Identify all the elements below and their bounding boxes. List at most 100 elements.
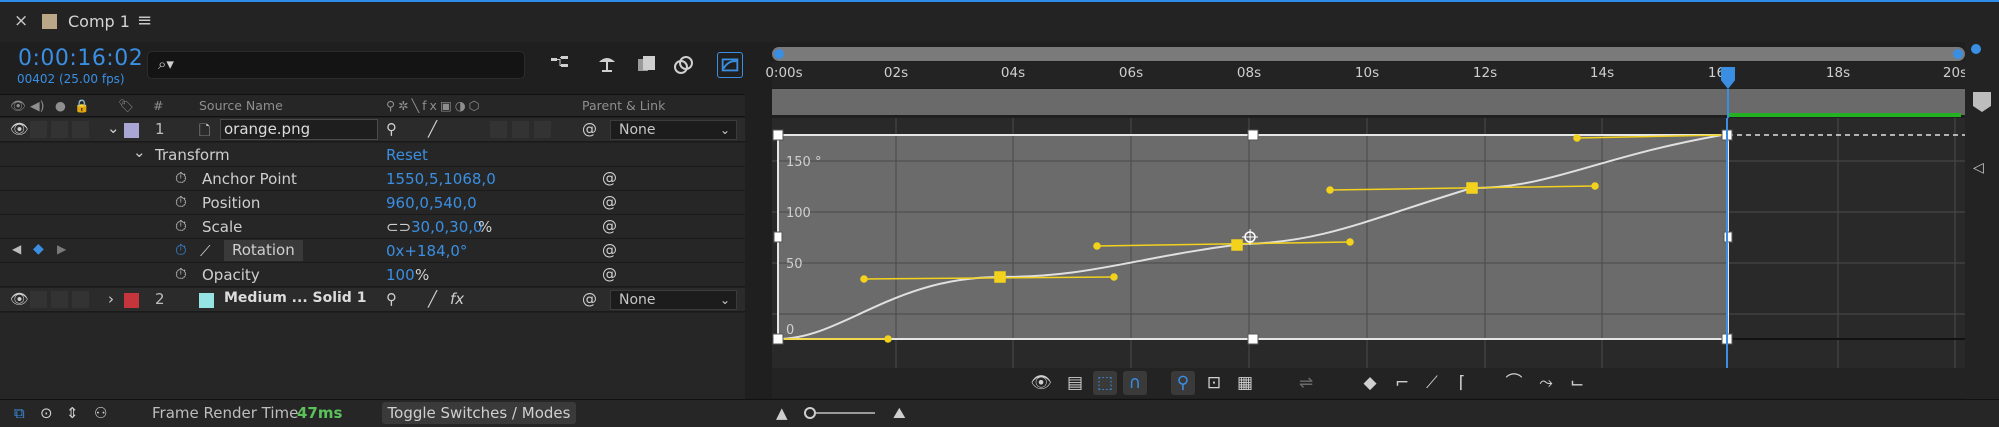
layer-row-2[interactable]: 👁 › 2 Medium ... Solid 1 ⚲ ╱ fx @ None ⌄	[0, 288, 745, 312]
layer-name[interactable]: Medium ... Solid 1	[224, 290, 366, 306]
solo-cell[interactable]	[51, 121, 68, 138]
property-value[interactable]: 960,0,540,0	[386, 194, 477, 212]
layer-panel-toggle-icon[interactable]: ⧉	[14, 404, 25, 422]
stopwatch-icon[interactable]: ⏱	[175, 217, 187, 235]
property-value[interactable]: 0x+184,0°	[386, 242, 467, 260]
time-navigator-bar[interactable]	[772, 47, 1965, 61]
composition-mini-flowchart-icon[interactable]	[547, 52, 573, 78]
work-area-bar[interactable]	[772, 89, 1965, 117]
navigator-start-handle[interactable]	[774, 49, 784, 59]
layer-search-input[interactable]: ⌕▾	[147, 51, 525, 79]
label-column-icon[interactable]: 🏷	[118, 98, 134, 114]
parent-pickwhip-icon[interactable]: @	[582, 290, 597, 308]
fit-selection-icon[interactable]: ⚲	[1171, 371, 1195, 395]
in-out-panel-toggle-icon[interactable]: ⇕	[66, 404, 79, 422]
render-time-toggle-icon[interactable]: ⚇	[94, 404, 107, 422]
edit-keyframe-icon[interactable]: ◆	[1358, 371, 1382, 395]
twirl-open-chevron-icon[interactable]: ⌄	[107, 119, 120, 137]
label-color-swatch[interactable]	[124, 293, 139, 308]
property-value[interactable]: 100	[386, 266, 415, 284]
zoom-in-icon[interactable]: ⛰	[893, 404, 906, 422]
visibility-eye-icon[interactable]: 👁	[10, 120, 29, 138]
quality-switch-icon[interactable]: ╱	[428, 290, 437, 308]
draft-3d-icon[interactable]	[594, 52, 620, 78]
property-name-selected[interactable]: Rotation	[224, 240, 303, 261]
separate-dimensions-icon[interactable]: ⇌	[1294, 371, 1318, 395]
zoom-end-handle[interactable]	[1971, 44, 1981, 54]
previous-keyframe-icon[interactable]: ◀	[12, 242, 21, 256]
toggle-switches-modes-button[interactable]: Toggle Switches / Modes	[382, 402, 576, 424]
modes-panel-toggle-icon[interactable]: ⊙	[40, 404, 53, 422]
expression-pickwhip-icon[interactable]: @	[602, 217, 617, 235]
audio-cell[interactable]	[30, 291, 47, 308]
composition-tab-title[interactable]: Comp 1	[68, 12, 130, 31]
lock-cell[interactable]	[72, 291, 89, 308]
frame-blending-icon[interactable]	[634, 52, 660, 78]
solo-cell[interactable]	[51, 291, 68, 308]
stopwatch-active-icon[interactable]: ⏱	[175, 241, 187, 259]
graph-editor-canvas[interactable]: 150 ° 100 50 0	[772, 118, 1965, 370]
shy-switch-icon[interactable]: ⚲	[386, 120, 397, 138]
property-value[interactable]: 1550,5,1068,0	[386, 170, 496, 188]
motion-blur-cell[interactable]	[534, 121, 551, 138]
composition-marker-icon[interactable]	[1973, 92, 1991, 112]
constrain-proportions-link-icon[interactable]: ⊂⊃	[386, 218, 411, 236]
easy-ease-in-icon[interactable]: ⤳	[1534, 371, 1558, 395]
effects-switch-icon[interactable]: fx	[450, 290, 464, 308]
hold-keyframe-icon[interactable]: ⌐	[1390, 371, 1414, 395]
source-name-column[interactable]: Source Name	[199, 98, 283, 113]
shy-switch-icon[interactable]: ⚲	[386, 290, 397, 308]
lock-cell[interactable]	[72, 121, 89, 138]
audio-cell[interactable]	[30, 121, 47, 138]
transform-box-icon[interactable]: ⬚	[1093, 371, 1117, 395]
effect-cell[interactable]	[490, 121, 507, 138]
auto-bezier-icon[interactable]: ⌈	[1450, 371, 1474, 395]
zoom-out-icon[interactable]: ▲	[776, 404, 788, 422]
graph-visibility-icon[interactable]: ⟋	[200, 242, 211, 260]
layer-name-field[interactable]: orange.png	[220, 119, 378, 140]
next-keyframe-icon[interactable]: ▶	[57, 242, 66, 256]
audio-switch-icon[interactable]: ◀)	[30, 98, 45, 113]
twirl-closed-chevron-icon[interactable]: ›	[108, 290, 114, 308]
graph-type-options-icon[interactable]: ▤	[1063, 371, 1087, 395]
graph-zoom-icon[interactable]: ▦	[1233, 371, 1257, 395]
close-tab-icon[interactable]: ×	[14, 11, 28, 31]
panel-divider[interactable]	[745, 94, 772, 399]
expression-pickwhip-icon[interactable]: @	[602, 241, 617, 259]
video-switch-icon[interactable]: 👁	[10, 98, 26, 114]
add-keyframe-diamond-icon[interactable]: ◆	[33, 241, 44, 257]
solo-switch-icon[interactable]: ●	[55, 98, 66, 113]
transform-group-row[interactable]: ⌄ Transform Reset	[0, 143, 745, 167]
easy-ease-icon[interactable]: ⌒	[1502, 371, 1526, 395]
stopwatch-icon[interactable]: ⏱	[175, 265, 187, 283]
visibility-eye-icon[interactable]: 👁	[10, 290, 29, 308]
stopwatch-icon[interactable]: ⏱	[175, 169, 187, 187]
layer-row-1[interactable]: 👁 ⌄ 1 🗋 orange.png ⚲ ╱ @ None ⌄	[0, 118, 745, 142]
time-ruler[interactable]: 0:00s 02s 04s 06s 08s 10s 12s 14s 16s 18…	[765, 62, 1967, 88]
zoom-slider-thumb[interactable]	[804, 407, 816, 419]
navigator-end-handle[interactable]	[1953, 49, 1963, 59]
label-color-swatch[interactable]	[124, 123, 139, 138]
graph-editor-toggle-icon[interactable]	[717, 52, 743, 78]
parent-pickwhip-icon[interactable]: @	[582, 120, 597, 138]
easy-ease-out-icon[interactable]: ⌙	[1565, 371, 1589, 395]
current-timecode[interactable]: 0:00:16:02	[18, 46, 143, 71]
quality-switch-icon[interactable]: ╱	[428, 120, 437, 138]
fit-all-graphs-icon[interactable]: ⊡	[1202, 371, 1226, 395]
graph-scroll-handle-icon[interactable]: ◁	[1973, 160, 1984, 176]
snap-magnet-icon[interactable]: ∩	[1123, 371, 1147, 395]
property-value[interactable]: 30,0,30,0	[411, 218, 483, 236]
expression-pickwhip-icon[interactable]: @	[602, 193, 617, 211]
transform-reset-link[interactable]: Reset	[386, 146, 428, 164]
frame-blend-cell[interactable]	[512, 121, 529, 138]
expression-pickwhip-icon[interactable]: @	[602, 169, 617, 187]
parent-link-column[interactable]: Parent & Link	[582, 98, 665, 113]
parent-dropdown[interactable]: None ⌄	[610, 290, 737, 310]
tab-menu-icon[interactable]: ≡	[137, 10, 152, 31]
stopwatch-icon[interactable]: ⏱	[175, 193, 187, 211]
parent-dropdown[interactable]: None ⌄	[610, 120, 737, 140]
lock-switch-icon[interactable]: 🔒	[74, 98, 90, 114]
linear-keyframe-icon[interactable]: ⟋	[1420, 371, 1444, 395]
eye-properties-icon[interactable]: 👁	[1029, 371, 1053, 395]
motion-blur-toggle-icon[interactable]	[671, 52, 697, 78]
